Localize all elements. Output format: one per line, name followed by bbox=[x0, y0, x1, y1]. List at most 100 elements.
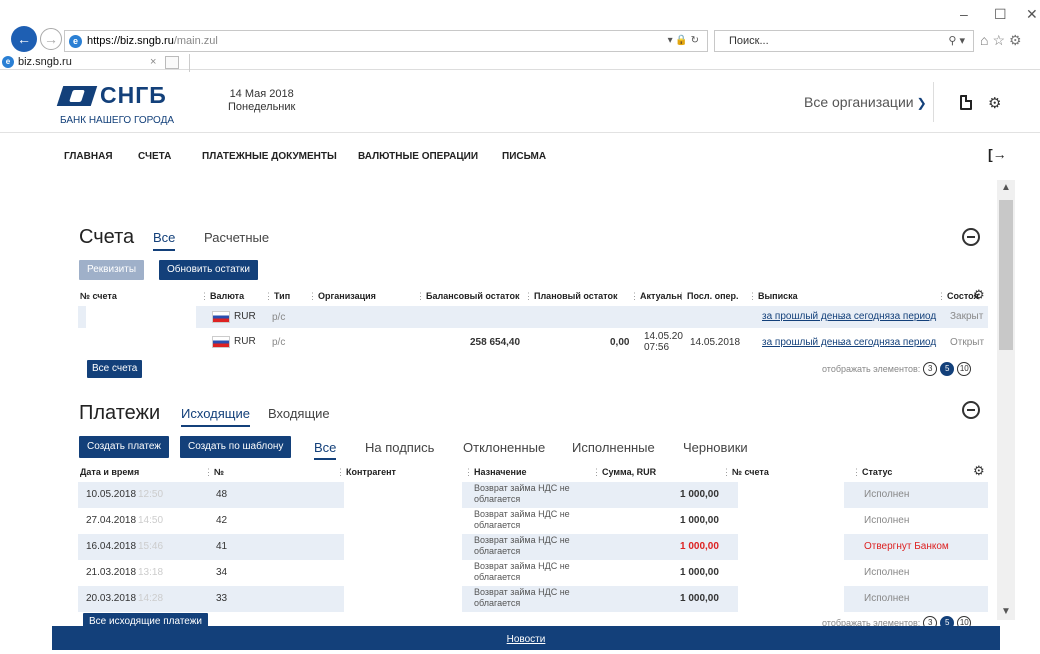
payment-date: 27.04.2018 bbox=[86, 515, 137, 526]
search-icon[interactable]: ⚲ ▾ bbox=[948, 31, 965, 51]
col-number[interactable]: № bbox=[204, 467, 224, 478]
close-window-icon[interactable]: ✕ bbox=[1026, 6, 1038, 23]
address-bar[interactable]: e https://biz.sngb.ru/main.zul ▾ 🔒 ↻ bbox=[64, 30, 708, 52]
payment-number: 34 bbox=[216, 567, 228, 578]
payment-sum: 1 000,00 bbox=[680, 541, 719, 552]
col-organization[interactable]: Организация bbox=[308, 291, 376, 302]
col-account-number[interactable]: № счета bbox=[80, 291, 117, 301]
pager-option-10[interactable]: 10 bbox=[957, 362, 972, 376]
accounts-title: Счета bbox=[79, 226, 135, 248]
stmt-prev-day-link[interactable]: за прошлый день bbox=[762, 337, 843, 349]
pager-option-5[interactable]: 5 bbox=[940, 362, 955, 376]
document-icon[interactable] bbox=[960, 95, 972, 110]
last-operation: 14.05.2018 bbox=[690, 337, 741, 348]
filter-to-sign[interactable]: На подпись bbox=[365, 440, 434, 455]
menu-item-letters[interactable]: ПИСЬМА bbox=[502, 151, 546, 162]
refresh-balances-button[interactable]: Обновить остатки bbox=[159, 260, 258, 280]
lock-refresh-icon[interactable]: ▾ 🔒 ↻ bbox=[668, 31, 699, 51]
col-counterparty[interactable]: Контрагент bbox=[336, 467, 396, 478]
bank-logo[interactable]: СНГБ БАНК НАШЕГО ГОРОДА bbox=[56, 82, 174, 126]
payment-status: Исполнен bbox=[864, 515, 910, 526]
pager-option-3[interactable]: 3 bbox=[923, 362, 938, 376]
collapse-payments-icon[interactable] bbox=[962, 401, 980, 419]
col-datetime[interactable]: Дата и время bbox=[80, 467, 139, 477]
payment-status: Исполнен bbox=[864, 489, 910, 500]
col-balance[interactable]: Балансовый остаток bbox=[416, 291, 519, 302]
stmt-prev-day-link[interactable]: за прошлый день bbox=[762, 311, 843, 323]
maximize-icon[interactable]: ☐ bbox=[994, 6, 1007, 23]
gear-icon[interactable]: ⚙ bbox=[988, 94, 1001, 112]
col-actual[interactable]: Актуальн bbox=[630, 291, 682, 302]
tab-favicon-icon: e bbox=[2, 56, 14, 68]
redacted-account bbox=[738, 482, 844, 508]
col-statement[interactable]: Выписка bbox=[748, 291, 798, 302]
payment-number: 41 bbox=[216, 541, 228, 552]
table-row[interactable]: 20.03.2018 14:28 33 Возврат займа НДС не обл… bbox=[78, 586, 988, 612]
payment-date: 21.03.2018 bbox=[86, 567, 137, 578]
search-input[interactable]: Поиск... ⚲ ▾ bbox=[714, 30, 974, 52]
col-account[interactable]: № счета bbox=[722, 467, 769, 478]
scroll-up-icon[interactable]: ▲ bbox=[1001, 182, 1011, 193]
payment-purpose-line1: Возврат займа НДС не bbox=[474, 561, 570, 571]
payment-sum: 1 000,00 bbox=[680, 515, 719, 526]
logout-icon[interactable]: [→ bbox=[988, 146, 1007, 162]
payment-sum: 1 000,00 bbox=[680, 489, 719, 500]
news-link[interactable]: Новости bbox=[507, 634, 546, 645]
col-type[interactable]: Тип bbox=[264, 291, 290, 302]
toolbar-icons[interactable]: ⌂☆⚙ bbox=[980, 32, 1026, 49]
stmt-today-link[interactable]: за сегодня bbox=[841, 337, 890, 349]
table-settings-gear-icon[interactable]: ⚙ bbox=[973, 287, 985, 303]
forward-button[interactable]: → bbox=[40, 28, 62, 50]
close-tab-icon[interactable]: × bbox=[150, 54, 156, 70]
requisites-button[interactable]: Реквизиты bbox=[79, 260, 145, 280]
new-tab-button[interactable] bbox=[165, 56, 179, 69]
stmt-period-link[interactable]: за период bbox=[890, 337, 936, 349]
filter-drafts[interactable]: Черновики bbox=[683, 440, 748, 455]
col-purpose[interactable]: Назначение bbox=[464, 467, 527, 478]
all-accounts-button[interactable]: Все счета bbox=[87, 360, 143, 378]
menu-item-accounts[interactable]: СЧЕТА bbox=[138, 151, 171, 162]
col-sum[interactable]: Сумма, RUR bbox=[592, 467, 656, 478]
payment-purpose-line1: Возврат займа НДС не bbox=[474, 535, 570, 545]
table-row[interactable]: 16.04.2018 15:46 41 Возврат займа НДС не обл… bbox=[78, 534, 988, 560]
accounts-pager: отображать элементов: 3 5 10 bbox=[822, 362, 972, 376]
table-row[interactable]: RUR р/с за прошлый день за сегодня за пе… bbox=[78, 306, 988, 328]
col-currency[interactable]: Валюта bbox=[200, 291, 244, 302]
stmt-period-link[interactable]: за период bbox=[890, 311, 936, 323]
scrollbar[interactable]: ▲ ▼ bbox=[997, 180, 1015, 620]
current-date: 14 Мая 2018 Понедельник bbox=[228, 88, 295, 114]
back-button[interactable]: ← bbox=[11, 26, 37, 52]
tab-outgoing[interactable]: Исходящие bbox=[181, 406, 250, 427]
col-planned[interactable]: Плановый остаток bbox=[524, 291, 617, 302]
menu-item-payment-docs[interactable]: ПЛАТЕЖНЫЕ ДОКУМЕНТЫ bbox=[202, 151, 337, 162]
col-last-op[interactable]: Посл. опер. bbox=[677, 291, 739, 302]
tab-accounts-settlement[interactable]: Расчетные bbox=[204, 230, 269, 245]
payment-date: 20.03.2018 bbox=[86, 593, 137, 604]
create-payment-button[interactable]: Создать платеж bbox=[79, 436, 169, 458]
scroll-down-icon[interactable]: ▼ bbox=[1001, 606, 1011, 617]
filter-rejected[interactable]: Отклоненные bbox=[463, 440, 545, 455]
filter-executed[interactable]: Исполненные bbox=[572, 440, 655, 455]
tab-accounts-all[interactable]: Все bbox=[153, 230, 176, 251]
redacted-counterparty bbox=[344, 534, 462, 560]
menu-item-currency-ops[interactable]: ВАЛЮТНЫЕ ОПЕРАЦИИ bbox=[358, 151, 478, 162]
table-row[interactable]: 10.05.2018 12:50 48 Возврат займа НДС не обл… bbox=[78, 482, 988, 508]
filter-all[interactable]: Все bbox=[314, 440, 337, 460]
col-pay-status[interactable]: Статус bbox=[852, 467, 892, 478]
table-row[interactable]: 27.04.2018 14:50 42 Возврат займа НДС не обл… bbox=[78, 508, 988, 534]
scroll-thumb[interactable] bbox=[999, 200, 1013, 350]
main-menu: ГЛАВНАЯ СЧЕТА ПЛАТЕЖНЫЕ ДОКУМЕНТЫ ВАЛЮТН… bbox=[0, 133, 1000, 173]
stmt-today-link[interactable]: за сегодня bbox=[841, 311, 890, 323]
minimize-icon[interactable]: – bbox=[960, 6, 968, 22]
payment-time: 15:46 bbox=[138, 541, 164, 552]
payments-settings-gear-icon[interactable]: ⚙ bbox=[973, 463, 985, 479]
organization-selector[interactable]: Все организации ❯ bbox=[804, 94, 927, 110]
payment-purpose-line1: Возврат займа НДС не bbox=[474, 483, 570, 493]
collapse-accounts-icon[interactable] bbox=[962, 228, 980, 246]
tab-incoming[interactable]: Входящие bbox=[268, 406, 330, 421]
table-row[interactable]: 21.03.2018 13:18 34 Возврат займа НДС не обл… bbox=[78, 560, 988, 586]
create-from-template-button[interactable]: Создать по шаблону bbox=[180, 436, 292, 458]
search-placeholder: Поиск... bbox=[729, 35, 769, 47]
menu-item-home[interactable]: ГЛАВНАЯ bbox=[64, 151, 113, 162]
table-row[interactable]: RUR р/с 258 654,40 0,00 14.05.20 07:56 1… bbox=[78, 331, 988, 353]
